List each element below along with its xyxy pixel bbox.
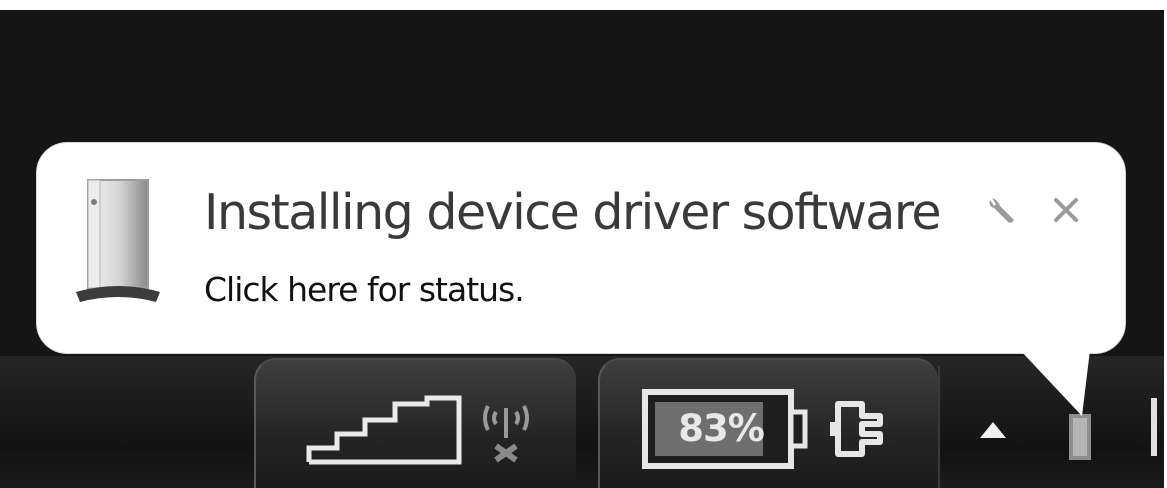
wireless-icon[interactable] bbox=[476, 398, 536, 464]
image-top-border bbox=[0, 0, 1167, 10]
battery-percentage: 83% bbox=[678, 407, 765, 450]
wrench-icon[interactable] bbox=[984, 192, 1020, 228]
device-tray-icon[interactable] bbox=[1063, 410, 1097, 464]
plug-icon bbox=[830, 401, 883, 457]
close-icon[interactable] bbox=[1050, 194, 1082, 226]
clock-edge-icon[interactable] bbox=[1145, 392, 1165, 462]
notification-message-link[interactable]: Click here for status. bbox=[204, 270, 525, 309]
balloon-pointer bbox=[1020, 350, 1090, 416]
show-hidden-icons-arrow[interactable] bbox=[978, 420, 1008, 440]
drive-icon bbox=[76, 179, 160, 302]
desktop-screen: 83% Installing device driver software Cl… bbox=[0, 0, 1167, 488]
notification-title[interactable]: Installing device driver software bbox=[204, 184, 942, 241]
notification-balloon[interactable] bbox=[37, 143, 1125, 353]
tray-separator bbox=[938, 366, 940, 488]
signal-bars-icon[interactable] bbox=[303, 392, 465, 468]
